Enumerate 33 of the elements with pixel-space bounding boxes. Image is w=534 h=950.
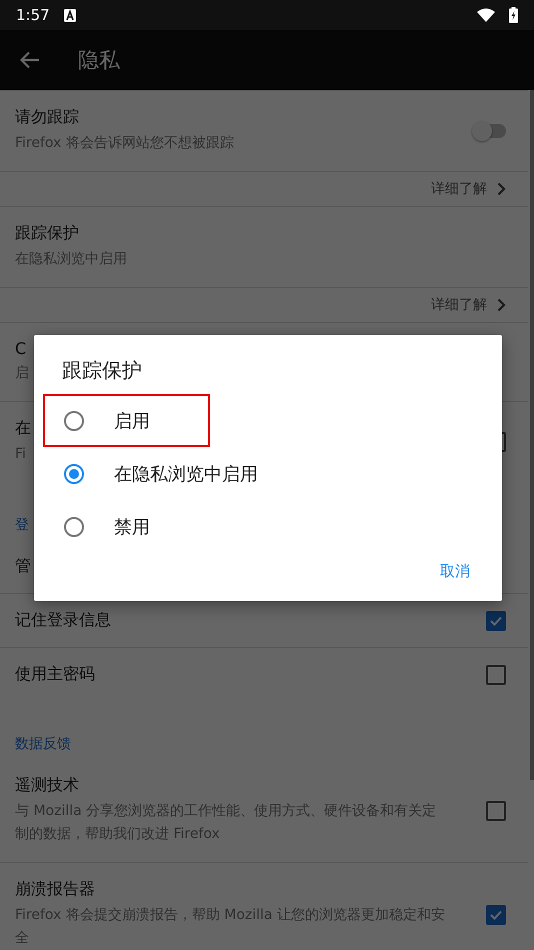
wifi-icon bbox=[477, 8, 495, 22]
radio-option[interactable]: 在隐私浏览中启用 bbox=[43, 447, 288, 500]
chevron-right-icon bbox=[497, 298, 506, 312]
radio-option[interactable]: 启用 bbox=[43, 394, 210, 447]
radio-option[interactable]: 禁用 bbox=[43, 500, 210, 553]
setting-title: 请勿跟踪 bbox=[15, 107, 79, 128]
radio-button[interactable] bbox=[64, 410, 84, 430]
chevron-right-icon bbox=[497, 182, 506, 196]
checkbox[interactable] bbox=[486, 610, 506, 630]
setting-title: 遥测技术 bbox=[15, 775, 79, 796]
back-arrow-icon[interactable] bbox=[20, 51, 40, 69]
status-time: 1:57 bbox=[16, 6, 50, 24]
radio-button[interactable] bbox=[64, 516, 84, 536]
cancel-button[interactable]: 取消 bbox=[428, 554, 482, 589]
battery-icon bbox=[509, 7, 518, 23]
checkbox[interactable] bbox=[486, 800, 506, 820]
checkbox[interactable] bbox=[486, 904, 506, 924]
radio-button[interactable] bbox=[64, 464, 84, 484]
section-header: 登 bbox=[15, 516, 29, 534]
dialog-title: 跟踪保护 bbox=[61, 357, 143, 384]
page-title: 隐私 bbox=[78, 47, 120, 74]
checkmark-icon bbox=[490, 616, 502, 626]
notification-icon bbox=[64, 8, 76, 22]
setting-title: C bbox=[15, 339, 26, 358]
setting-title: 记住登录信息 bbox=[15, 610, 111, 631]
setting-title: 跟踪保护 bbox=[15, 223, 79, 244]
setting-title: 崩溃报告器 bbox=[15, 879, 95, 900]
setting-title: 管 bbox=[15, 556, 31, 577]
setting-title: 在 bbox=[15, 418, 31, 439]
checkmark-icon bbox=[490, 910, 502, 920]
section-header: 数据反馈 bbox=[15, 735, 71, 753]
checkbox[interactable] bbox=[486, 664, 506, 684]
setting-title: 使用主密码 bbox=[15, 664, 95, 685]
